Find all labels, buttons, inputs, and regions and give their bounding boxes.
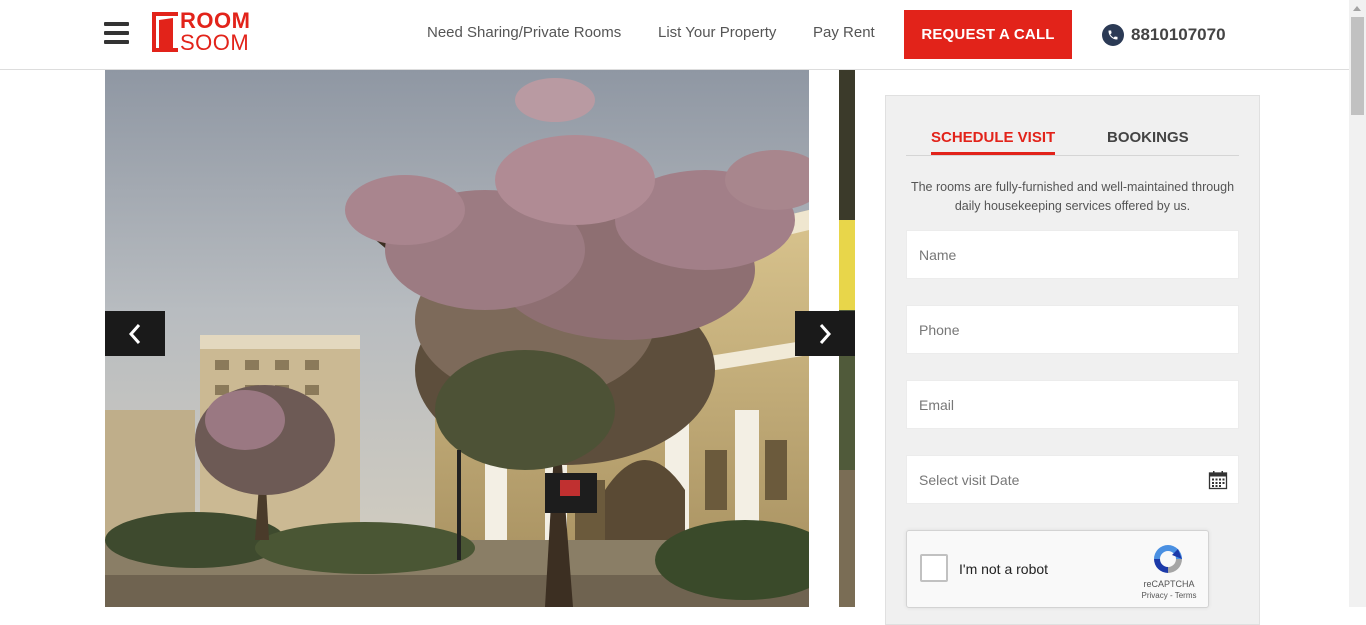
scroll-thumb[interactable]: [1351, 17, 1364, 115]
recaptcha-label: I'm not a robot: [959, 561, 1049, 577]
chevron-right-icon: [819, 323, 832, 344]
email-field: [906, 380, 1239, 429]
page-scrollbar[interactable]: [1349, 0, 1366, 607]
nav-link-pay-rent[interactable]: Pay Rent: [813, 24, 875, 41]
scroll-up-icon[interactable]: [1353, 6, 1361, 11]
chevron-left-icon: [128, 323, 141, 344]
gallery-next-button[interactable]: [795, 311, 855, 356]
tab-bookings[interactable]: BOOKINGS: [1107, 129, 1189, 146]
recaptcha-links: Privacy - Terms: [1133, 591, 1205, 600]
recaptcha-logo-icon: [1154, 545, 1182, 573]
roomsoom-logo[interactable]: ROOM SOOM: [152, 10, 264, 55]
phone-field: [906, 305, 1239, 354]
email-input[interactable]: [907, 381, 1238, 428]
logo-line1: ROOM: [180, 8, 251, 33]
phone-input[interactable]: [907, 306, 1238, 353]
nav-link-sharing-rooms[interactable]: Need Sharing/Private Rooms: [427, 24, 621, 41]
visit-date-field: [906, 455, 1239, 504]
form-tabs: SCHEDULE VISIT BOOKINGS: [906, 126, 1239, 156]
request-call-button[interactable]: REQUEST A CALL: [904, 10, 1072, 59]
logo-line2: SOOM: [180, 30, 250, 55]
recaptcha-widget: I'm not a robot reCAPTCHA Privacy - Term…: [906, 530, 1209, 608]
recaptcha-terms-link[interactable]: Terms: [1175, 591, 1197, 600]
form-description: The rooms are fully-furnished and well-m…: [910, 180, 1235, 213]
gallery-prev-button[interactable]: [105, 311, 165, 356]
recaptcha-link-separator: -: [1167, 591, 1175, 600]
tab-schedule-visit[interactable]: SCHEDULE VISIT: [931, 129, 1056, 155]
site-header: ROOM SOOM Need Sharing/Private Rooms Lis…: [0, 0, 1349, 70]
phone-icon: [1102, 24, 1124, 46]
phone-contact[interactable]: 8810107070: [1102, 24, 1226, 46]
logo-text: ROOM SOOM: [180, 10, 250, 54]
property-photo: [105, 70, 809, 607]
recaptcha-brand: reCAPTCHA: [1143, 579, 1195, 589]
phone-number: 8810107070: [1131, 25, 1226, 44]
name-input[interactable]: [907, 231, 1238, 278]
logo-mark-icon: [152, 12, 178, 52]
recaptcha-checkbox[interactable]: [920, 554, 948, 582]
hamburger-menu-icon[interactable]: [104, 22, 129, 44]
visit-date-input[interactable]: [907, 456, 1238, 503]
nav-link-list-property[interactable]: List Your Property: [658, 24, 776, 41]
name-field: [906, 230, 1239, 279]
schedule-visit-panel: SCHEDULE VISIT BOOKINGS The rooms are fu…: [885, 95, 1260, 625]
calendar-icon[interactable]: [1208, 470, 1228, 490]
recaptcha-privacy-link[interactable]: Privacy: [1142, 591, 1168, 600]
